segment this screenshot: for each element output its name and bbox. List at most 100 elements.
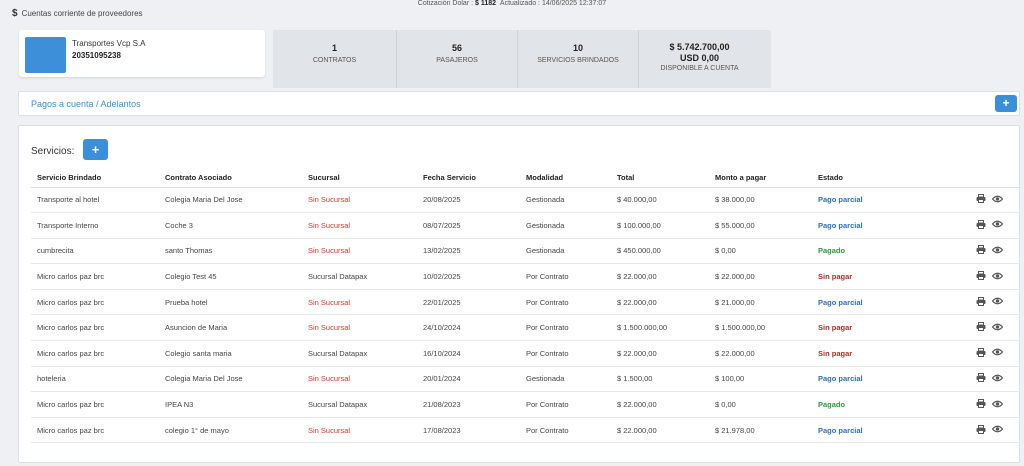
cell-monto: $ 55.000,00 [709,212,812,239]
cell-servicio: cumbrecita [31,238,159,265]
pagos-bar: Pagos a cuenta / Adelantos + [18,91,1020,116]
cell-modalidad: Gestionada [520,238,611,265]
cell-servicio: Transporte al hotel [31,187,159,214]
dollar-icon: $ [12,8,18,19]
table-row: Micro carlos paz brc Colegio Test 45 Sucur… [31,263,1021,290]
company-name: Transportes Vcp S.A [72,39,146,48]
top-bar: $ Cuentas corriente de proveedores Cotiz… [0,0,1024,24]
col-servicio: Servicio Brindado [31,169,159,188]
row-actions [922,238,1021,265]
print-icon[interactable] [976,373,986,384]
eye-icon[interactable] [991,425,1004,435]
col-total: Total [611,169,709,188]
cell-total: $ 22.000,00 [611,263,709,290]
status-badge: Pago parcial [812,212,922,239]
row-actions [922,391,1021,418]
eye-icon[interactable] [991,348,1004,358]
eye-icon[interactable] [991,297,1004,307]
stat-pasajeros: 56 PASAJEROS [397,30,518,88]
print-icon[interactable] [976,399,986,410]
cell-total: $ 1.500,00 [611,366,709,393]
breadcrumb: $ Cuentas corriente de proveedores [12,8,143,19]
print-icon[interactable] [976,296,986,308]
cell-fecha: 13/02/2025 [417,238,520,265]
cell-total: $ 22.000,00 [611,289,709,316]
rate-value: $ 1182 [475,0,497,7]
cell-sucursal: Sucursal Datapax [302,391,417,418]
print-icon[interactable] [976,347,986,359]
stat-contratos: 1 CONTRATOS [273,30,397,88]
cell-total: $ 40.000,00 [611,187,709,214]
stat-label: SERVICIOS BRINDADOS [537,57,619,64]
breadcrumb-label: Cuentas corriente de proveedores [21,9,143,18]
cell-monto: $ 21.000,00 [709,289,812,316]
cell-total: $ 22.000,00 [611,340,709,367]
cell-servicio: Micro carlos paz brc [31,340,159,367]
eye-icon[interactable] [991,323,1004,333]
stat-value: 1 [331,43,337,53]
cell-modalidad: Gestionada [520,187,611,214]
eye-icon[interactable] [991,400,1004,410]
status-badge: Pago parcial [812,187,922,214]
eye-icon[interactable] [991,246,1004,256]
cell-total: $ 1.500.000,00 [611,314,709,342]
cell-modalidad: Gestionada [520,366,611,393]
stat-value-usd: USD 0,00 [679,53,720,63]
print-icon[interactable] [976,271,986,282]
table-row: Micro carlos paz brc colegio 1° de mayo Si… [31,417,1021,444]
table-row: Micro carlos paz brc Prueba hotel Sin Sucu… [31,289,1021,316]
cell-sucursal: Sin Sucursal [302,187,417,214]
row-actions [922,366,1021,393]
print-icon[interactable] [976,194,986,205]
col-modalidad: Modalidad [520,169,611,188]
stats-bar: 1 CONTRATOS 56 PASAJEROS 10 SERVICIOS BR… [273,30,771,88]
cell-monto: $ 1.500.000,00 [709,314,812,342]
eye-icon[interactable] [991,374,1004,384]
cell-contrato: IPEA N3 [159,391,302,418]
cell-total: $ 22.000,00 [611,391,709,418]
print-icon[interactable] [976,424,986,436]
cell-monto: $ 0,00 [709,391,812,418]
status-badge: Sin pagar [812,314,922,342]
status-badge: Pago parcial [812,289,922,316]
row-actions [922,417,1021,444]
cell-fecha: 20/08/2025 [417,187,520,214]
row-actions [922,187,1021,214]
eye-icon[interactable] [991,220,1004,230]
col-monto: Monto a pagar [709,169,812,188]
eye-icon[interactable] [991,272,1004,282]
status-badge: Pagado [812,391,922,418]
cell-total: $ 450.000,00 [611,238,709,265]
cell-monto: $ 21.978,00 [709,417,812,444]
cell-monto: $ 100,00 [709,366,812,393]
cell-monto: $ 22.000,00 [709,340,812,367]
col-actions [922,169,1021,188]
cell-contrato: Asuncion de Maria [159,314,302,342]
company-card: Transportes Vcp S.A 20351095238 [19,30,265,77]
cell-sucursal: Sin Sucursal [302,417,417,444]
add-pago-button[interactable]: + [995,95,1017,112]
cell-modalidad: Por Contrato [520,340,611,367]
print-icon[interactable] [976,219,986,231]
cell-servicio: Micro carlos paz brc [31,417,159,444]
cell-sucursal: Sin Sucursal [302,366,417,393]
services-table: Servicio Brindado Contrato Asociado Sucu… [31,169,1021,444]
status-badge: Pagado [812,238,922,265]
table-row: cumbrecita santo Thomas Sin Sucursal 13/02/… [31,238,1021,265]
company-logo [25,37,66,73]
print-icon[interactable] [976,322,986,333]
cell-modalidad: Por Contrato [520,417,611,444]
status-badge: Sin pagar [812,263,922,290]
print-icon[interactable] [976,245,986,256]
table-row: Micro carlos paz brc Asuncion de Maria Sin… [31,314,1021,342]
cell-sucursal: Sin Sucursal [302,212,417,239]
add-service-button[interactable]: + [83,139,108,160]
cell-fecha: 16/10/2024 [417,340,520,367]
stat-value: 56 [451,43,462,53]
company-cuit: 20351095238 [72,51,121,60]
cell-fecha: 21/08/2023 [417,391,520,418]
eye-icon[interactable] [991,195,1004,205]
col-estado: Estado [812,169,922,188]
pagos-link[interactable]: Pagos a cuenta / Adelantos [31,99,141,109]
cell-servicio: Micro carlos paz brc [31,314,159,342]
